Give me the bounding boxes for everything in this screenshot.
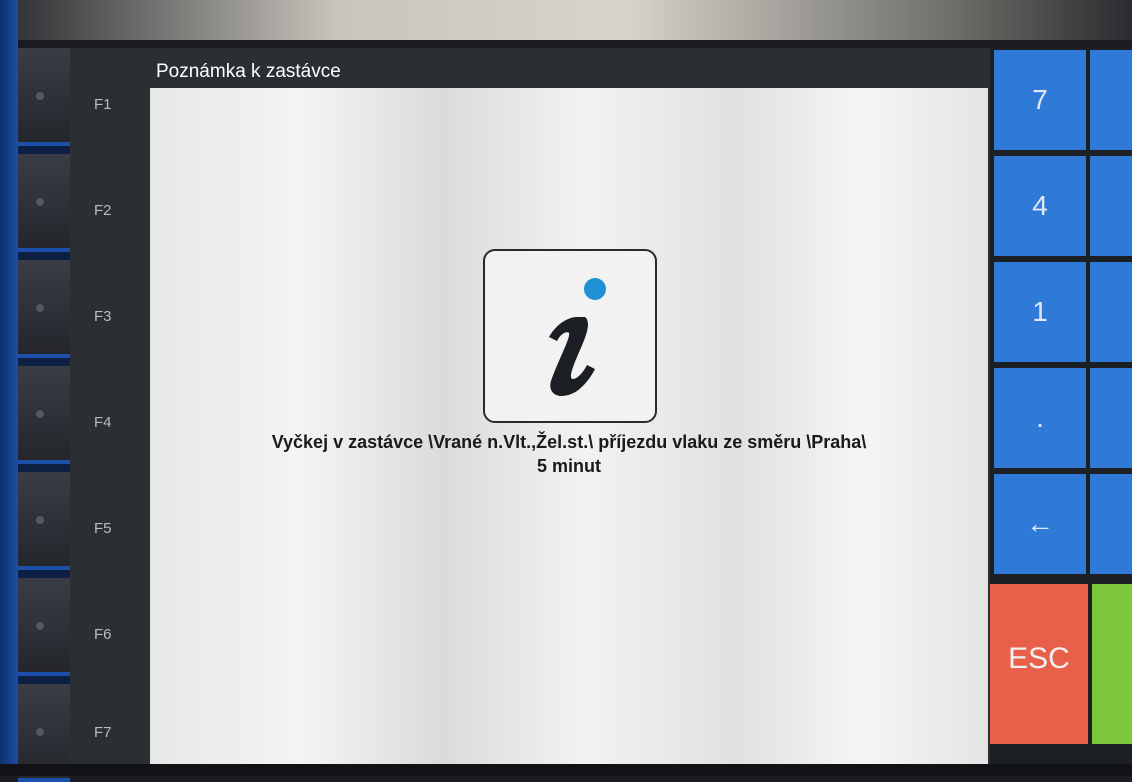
info-dot xyxy=(584,278,606,300)
key-dot xyxy=(36,622,44,630)
key-dot xyxy=(36,198,44,206)
key-5-partial[interactable] xyxy=(1090,156,1132,256)
backspace-key[interactable]: ← xyxy=(994,474,1086,574)
message-line-1: Vyčkej v zastávce \Vrané n.Vlt.,Žel.st.\… xyxy=(271,432,867,452)
photo-background xyxy=(0,0,1132,40)
info-glyph xyxy=(549,278,606,396)
f1-label: F1 xyxy=(94,96,112,113)
f7-label: F7 xyxy=(94,724,112,741)
function-key-column xyxy=(18,48,70,782)
f4-hardware-key[interactable] xyxy=(18,366,70,464)
numeric-keypad: 7 4 1 . ← ESC xyxy=(990,48,1132,764)
f5-label: F5 xyxy=(94,520,112,537)
key-dot xyxy=(36,304,44,312)
f2-hardware-key[interactable] xyxy=(18,154,70,252)
esc-button[interactable]: ESC xyxy=(990,584,1088,744)
key-4[interactable]: 4 xyxy=(994,156,1086,256)
key-7[interactable]: 7 xyxy=(994,50,1086,150)
key-dot xyxy=(36,410,44,418)
f6-label: F6 xyxy=(94,626,112,643)
key-dot xyxy=(36,728,44,736)
ok-button-partial[interactable] xyxy=(1092,584,1132,744)
f1-hardware-key[interactable] xyxy=(18,48,70,146)
f3-label: F3 xyxy=(94,308,112,325)
stop-instruction-message: Vyčkej v zastávce \Vrané n.Vlt.,Žel.st.\… xyxy=(150,430,988,478)
key-2-partial[interactable] xyxy=(1090,262,1132,362)
message-line-2: 5 minut xyxy=(536,456,601,476)
f4-label: F4 xyxy=(94,414,112,431)
device-bezel xyxy=(0,0,18,776)
device-bottom-edge xyxy=(0,764,1132,776)
key-8-partial[interactable] xyxy=(1090,50,1132,150)
f2-label: F2 xyxy=(94,202,112,219)
key-1[interactable]: 1 xyxy=(994,262,1086,362)
key-dot xyxy=(36,516,44,524)
info-icon xyxy=(483,249,657,423)
key-dot xyxy=(36,92,44,100)
key-0-partial[interactable] xyxy=(1090,368,1132,468)
f3-hardware-key[interactable] xyxy=(18,260,70,358)
message-dialog: Vyčkej v zastávce \Vrané n.Vlt.,Žel.st.\… xyxy=(150,88,988,764)
f5-hardware-key[interactable] xyxy=(18,472,70,570)
key-partial[interactable] xyxy=(1090,474,1132,574)
device-screen: Poznámka k zastávce F1 F2 F3 F4 F5 F6 F7… xyxy=(70,48,990,764)
f6-hardware-key[interactable] xyxy=(18,578,70,676)
key-decimal-point[interactable]: . xyxy=(994,368,1086,468)
window-title: Poznámka k zastávce xyxy=(156,61,341,82)
